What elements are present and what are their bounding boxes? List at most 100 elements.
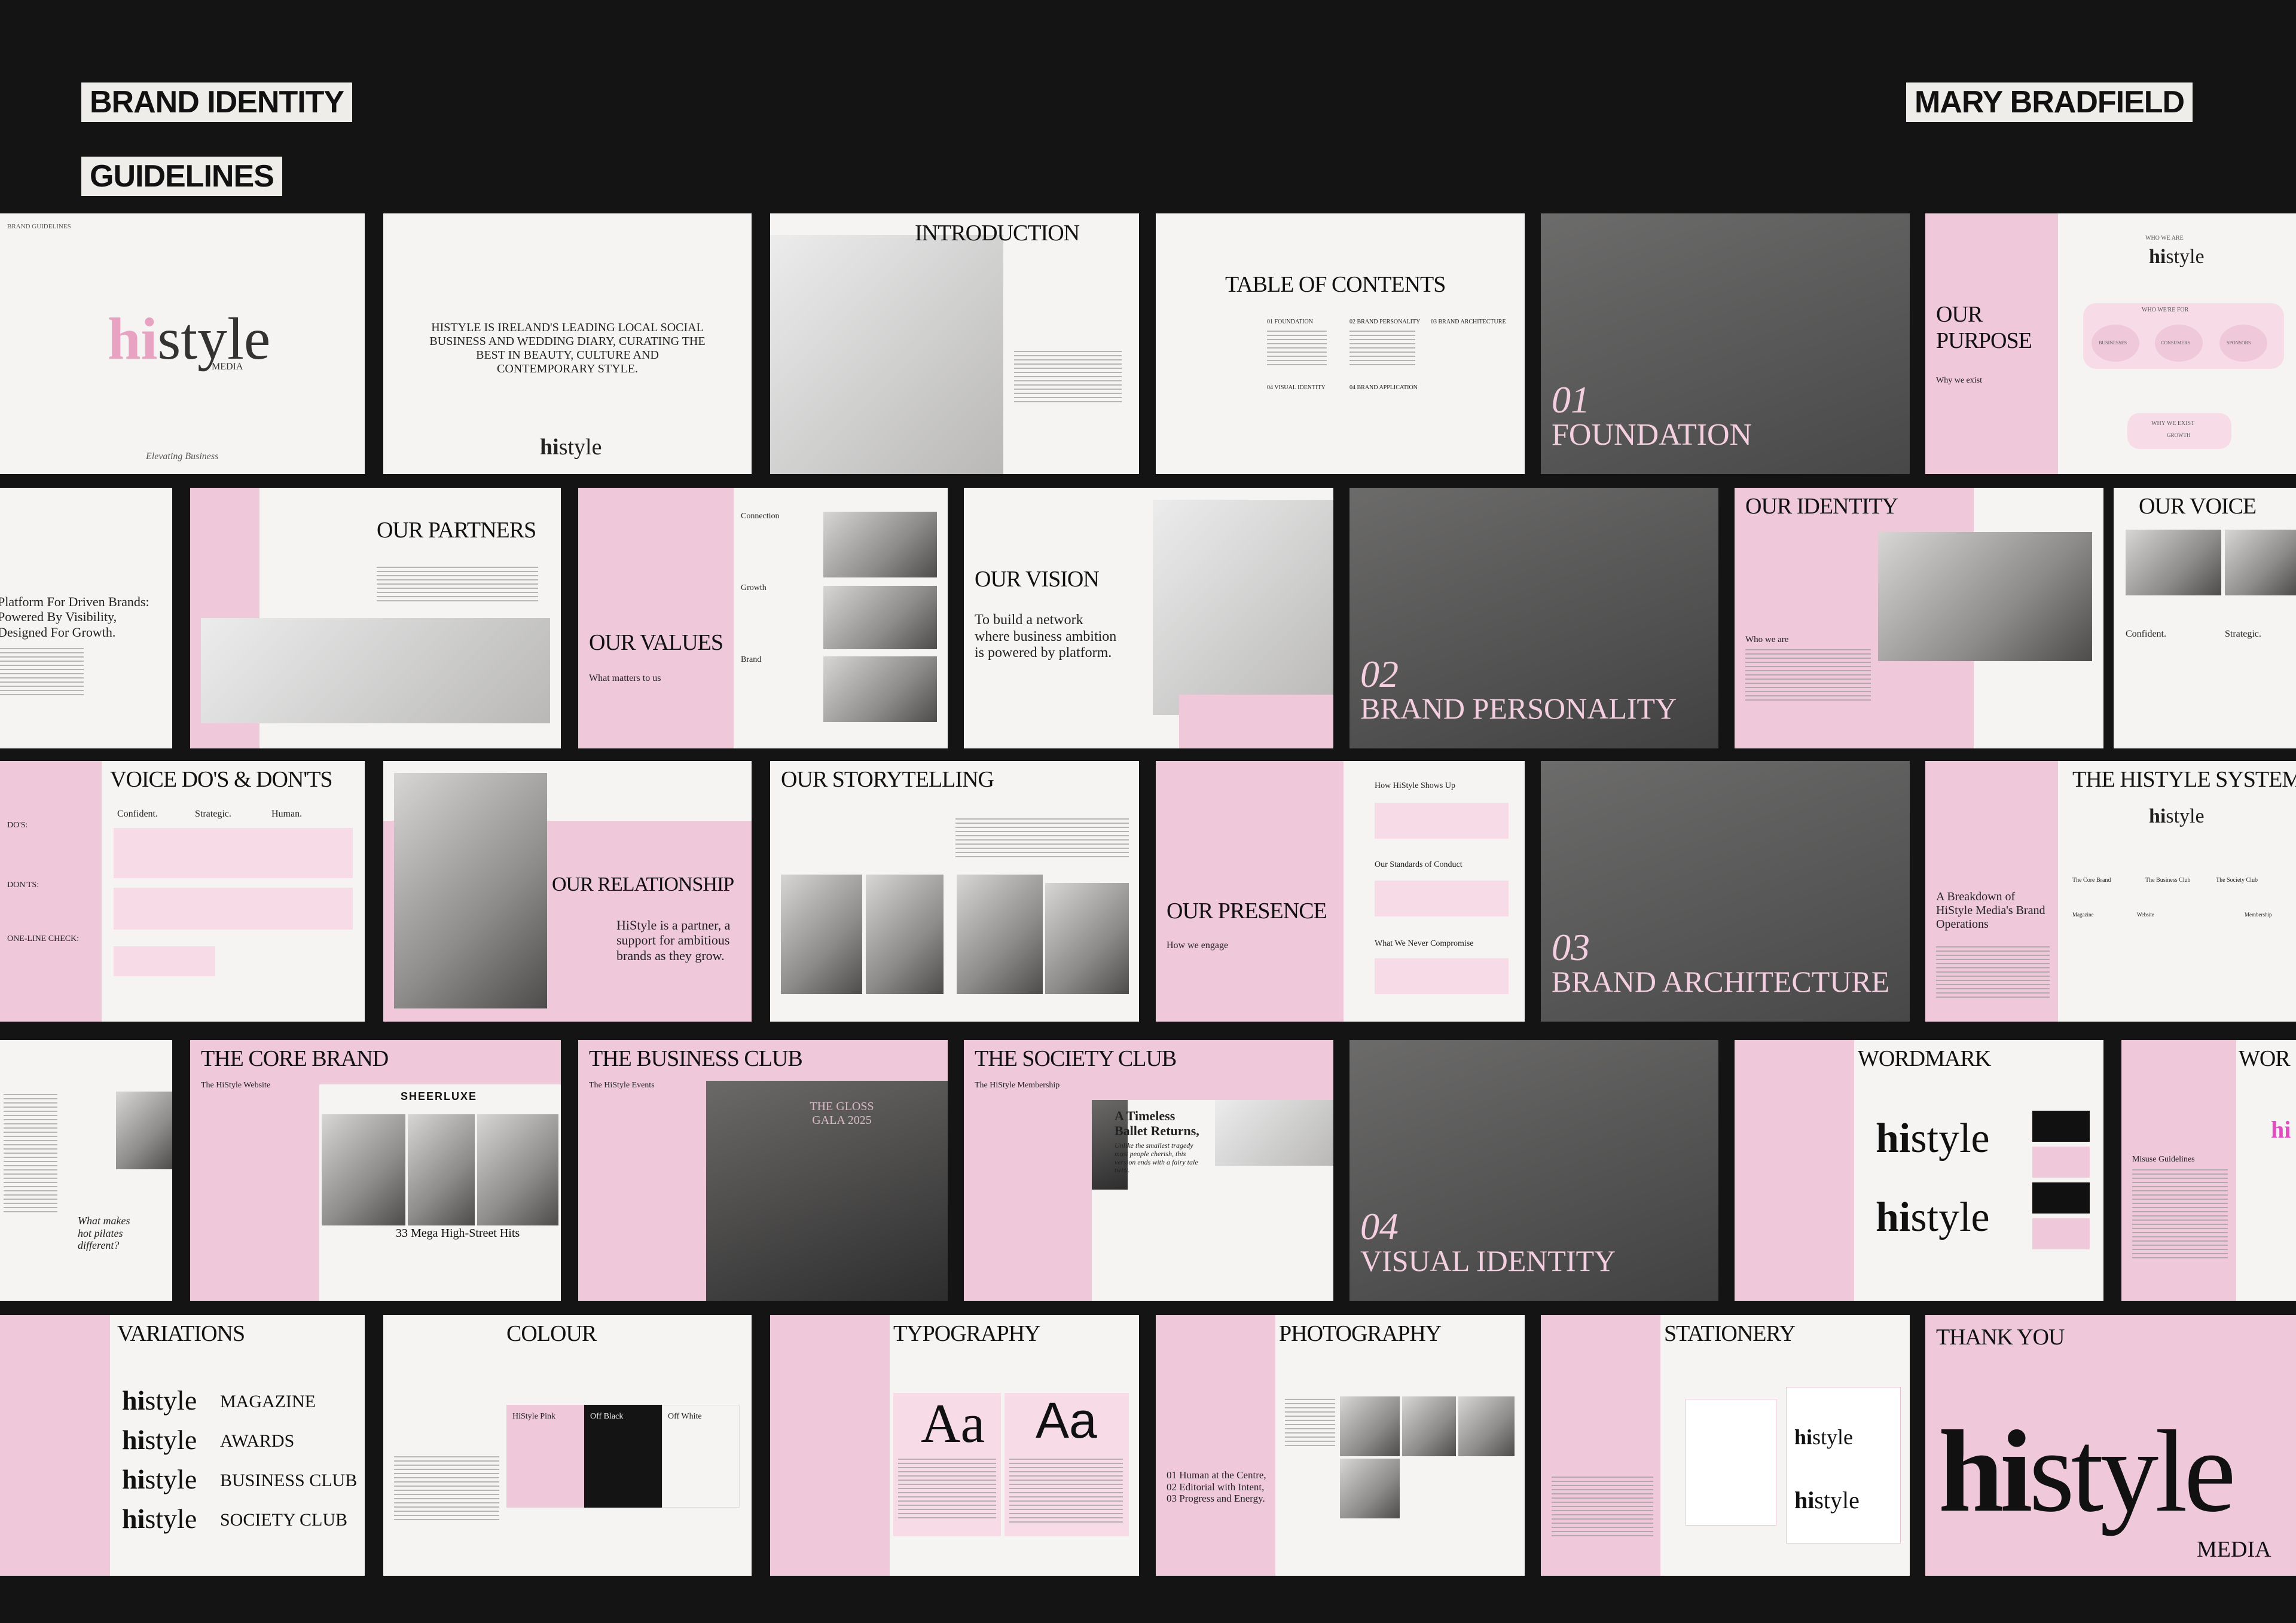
values-pink-panel (578, 488, 734, 748)
donts-label: DON'TS: (7, 881, 39, 890)
type-weights-1 (898, 1459, 996, 1518)
audience-3: SPONSORS (2227, 340, 2251, 346)
slide-foundation: 01 FOUNDATION (1541, 213, 1910, 474)
histyle-website: The HiStyle Website (201, 1081, 271, 1090)
cover-media: MEDIA (212, 362, 243, 372)
gloss-gala: THE GLOSS GALA 2025 (810, 1100, 874, 1127)
identity-photo (1878, 532, 2092, 661)
values-title: OUR VALUES (589, 630, 723, 655)
stationery-pink-panel (1541, 1315, 1660, 1576)
wm-hi-2: hi (1876, 1194, 1911, 1240)
presence-box-3 (1375, 958, 1509, 994)
architecture-num: 03 (1552, 926, 1590, 968)
photography-title: PHOTOGRAPHY (1279, 1321, 1442, 1346)
system-logo: histyle (2149, 806, 2205, 827)
values-photo-3 (823, 656, 937, 722)
slide-society-club: THE SOCIETY CLUB The HiStyle Membership … (964, 1040, 1333, 1301)
var-style-2: style (145, 1425, 197, 1455)
who-we-are-2: Who we are (1745, 635, 1789, 644)
system-node-6: Membership (2245, 912, 2272, 918)
voice-col-3: Human. (271, 809, 303, 819)
variations-pink-panel (0, 1315, 110, 1576)
var-style-1: style (145, 1385, 197, 1416)
st-style-2: style (1814, 1487, 1860, 1514)
slide-hot-pilates: What makes hot pilates different? (0, 1040, 172, 1301)
introduction-photo (770, 235, 1003, 474)
system-breakdown: A Breakdown of HiStyle Media's Brand Ope… (1936, 890, 2045, 931)
story-photo-1 (781, 875, 862, 994)
purpose-title-1: OUR (1936, 302, 1983, 327)
cover-tagline: Elevating Business (146, 451, 219, 461)
stationery-sheet-1 (1686, 1399, 1776, 1526)
system-node-2: The Business Club (2145, 877, 2191, 884)
personality-title: BRAND PERSONALITY (1360, 692, 1677, 725)
wordmark-pink-2 (2032, 1218, 2090, 1249)
misuse-hi: hi (2271, 1116, 2291, 1143)
photo-sample-4 (1340, 1459, 1400, 1518)
values-photo-1 (823, 512, 937, 577)
stationery-title: STATIONERY (1664, 1321, 1796, 1346)
toc-section-1: 01 FOUNDATION (1267, 319, 1313, 325)
photo-text (1285, 1399, 1335, 1447)
storytelling-title: OUR STORYTELLING (781, 767, 994, 792)
thank-you-media: MEDIA (2197, 1537, 2271, 1562)
typography-title: TYPOGRAPHY (893, 1321, 1040, 1346)
slide-our-partners: OUR PARTNERS (190, 488, 561, 748)
voice-word-1: Confident. (2126, 629, 2166, 639)
ballet-title: A Timeless Ballet Returns, (1115, 1108, 1199, 1139)
slide-our-purpose: OUR PURPOSE Why we exist WHO WE ARE hist… (1925, 213, 2296, 474)
system-text (1936, 946, 2050, 1000)
st-hi-1: hi (1794, 1425, 1813, 1449)
misuse-list (2132, 1169, 2228, 1259)
toc-section-5: 04 BRAND APPLICATION (1349, 384, 1418, 391)
var-hi-1: hi (122, 1385, 145, 1416)
wordmark-dark-1 (2032, 1111, 2090, 1142)
stationery-text (1552, 1477, 1653, 1536)
platform-body (0, 648, 84, 696)
variation-logo-3: histyle (122, 1466, 197, 1493)
slide-brand-personality: 02 BRAND PERSONALITY (1349, 488, 1718, 748)
logo-hi-purpose: hi (2149, 246, 2166, 268)
introduction-text (1014, 351, 1122, 405)
stationery-sheet-2 (1786, 1387, 1901, 1543)
logo-style-system: style (2166, 805, 2205, 827)
story-photo-3 (957, 875, 1043, 994)
slide-core-brand: THE CORE BRAND The HiStyle Website SHEER… (190, 1040, 561, 1301)
slide-our-values: OUR VALUES What matters to us Connection… (578, 488, 948, 748)
toc-title: TABLE OF CONTENTS (1225, 272, 1446, 297)
variation-logo-2: histyle (122, 1426, 197, 1454)
ty-style: style (2029, 1407, 2236, 1536)
ty-hi: hi (1938, 1407, 2032, 1536)
slide-business-club: THE BUSINESS CLUB The HiStyle Events THE… (578, 1040, 948, 1301)
slide-thank-you: THANK YOU histyle MEDIA (1925, 1315, 2296, 1576)
colour-white-name: Off White (668, 1412, 702, 1421)
slide-intro-statement: HISTYLE IS IRELAND'S LEADING LOCAL SOCIA… (383, 213, 752, 474)
pilates-text (4, 1094, 57, 1214)
storytelling-text (955, 818, 1129, 860)
wordmark-pink-panel (1735, 1040, 1854, 1301)
toc-items-2 (1349, 331, 1415, 366)
oneline-box (114, 946, 215, 976)
title-brand-identity: BRAND IDENTITY (81, 82, 353, 122)
what-makes: What makes hot pilates different? (78, 1215, 130, 1252)
slide-platform: Platform For Driven Brands: Powered By V… (0, 488, 172, 748)
author-name: MARY BRADFIELD (1906, 82, 2193, 122)
intro-statement: HISTYLE IS IRELAND'S LEADING LOCAL SOCIA… (429, 321, 706, 375)
var-style-3: style (145, 1464, 197, 1494)
thank-you-title: THANK YOU (1936, 1325, 2065, 1350)
slide-visual-identity: 04 VISUAL IDENTITY (1349, 1040, 1718, 1301)
system-title: THE HISTYLE SYSTEM (2072, 767, 2296, 792)
dos-pink-panel (0, 761, 102, 1022)
core-brand-title: THE CORE BRAND (201, 1046, 389, 1071)
pilates-photo (116, 1092, 172, 1169)
voice-col-1: Confident. (117, 809, 158, 819)
why-exist-pill-label: WHY WE EXIST (2151, 420, 2195, 427)
sheerluxe-logo: SHEERLUXE (401, 1090, 478, 1102)
intro-logo: histyle (540, 436, 602, 459)
dos-box (114, 828, 353, 878)
identity-title: OUR IDENTITY (1745, 494, 1898, 519)
website-photo-3 (477, 1114, 558, 1225)
voice-photo-2 (2225, 530, 2296, 595)
ballet-sub: Unlike the smallest tragedy most people … (1115, 1141, 1198, 1175)
voice-col-2: Strategic. (195, 809, 231, 819)
